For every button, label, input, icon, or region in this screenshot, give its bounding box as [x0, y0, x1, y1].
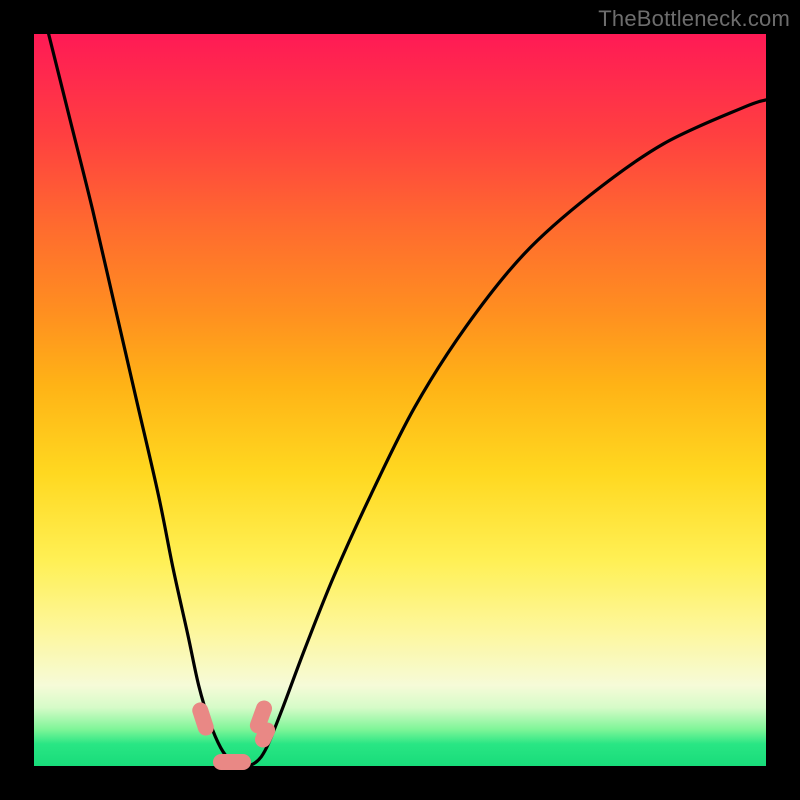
plot-area — [34, 34, 766, 766]
chart-frame: TheBottleneck.com — [0, 0, 800, 800]
watermark-text: TheBottleneck.com — [598, 6, 790, 32]
bottleneck-curve — [49, 34, 766, 766]
curve-svg — [34, 34, 766, 766]
data-marker — [213, 754, 251, 770]
